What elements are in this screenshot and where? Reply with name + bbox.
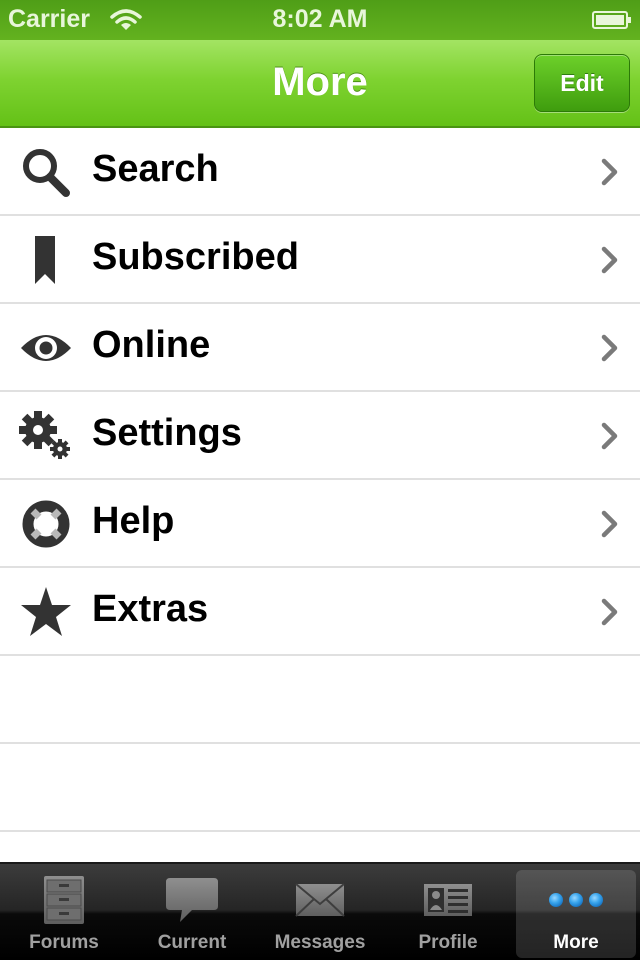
battery-full-icon xyxy=(592,11,631,29)
tab-label: Profile xyxy=(418,932,478,953)
tab-current[interactable]: Current xyxy=(132,870,252,958)
menu-item-label: Search xyxy=(92,148,219,190)
chevron-right-icon xyxy=(601,246,618,274)
eye-icon xyxy=(21,335,71,361)
star-icon xyxy=(21,587,71,636)
tab-label: Current xyxy=(157,932,227,953)
tab-label: Forums xyxy=(29,932,99,953)
tab-messages[interactable]: Messages xyxy=(260,870,380,958)
menu-list: Search Subscribed Online Settings Help E… xyxy=(0,128,640,832)
lifebuoy-icon xyxy=(22,500,70,548)
menu-item-settings[interactable]: Settings xyxy=(0,392,640,480)
menu-item-label: Subscribed xyxy=(92,236,299,278)
menu-item-subscribed[interactable]: Subscribed xyxy=(0,216,640,304)
empty-row xyxy=(0,656,640,744)
menu-item-search[interactable]: Search xyxy=(0,128,640,216)
menu-item-help[interactable]: Help xyxy=(0,480,640,568)
navigation-bar: More Edit xyxy=(0,40,640,128)
search-icon xyxy=(23,149,70,197)
gears-icon xyxy=(19,411,70,459)
menu-item-label: Help xyxy=(92,500,175,542)
menu-item-label: Online xyxy=(92,324,211,366)
more-dots-icon xyxy=(549,893,603,907)
profile-card-icon xyxy=(424,884,472,916)
app-screen: Carrier 8:02 AM More Edit Search Subscri… xyxy=(0,0,640,960)
chevron-right-icon xyxy=(601,158,618,186)
chevron-right-icon xyxy=(601,510,618,538)
menu-item-label: Settings xyxy=(92,412,242,454)
status-bar: Carrier 8:02 AM xyxy=(0,0,640,40)
tab-label: More xyxy=(553,932,599,953)
menu-item-label: Extras xyxy=(92,588,209,630)
edit-button[interactable]: Edit xyxy=(534,54,630,112)
chevron-right-icon xyxy=(601,422,618,450)
envelope-icon xyxy=(295,883,345,917)
tab-bar: Forums Current Messages Profile More xyxy=(0,862,640,960)
menu-item-online[interactable]: Online xyxy=(0,304,640,392)
tab-more[interactable]: More xyxy=(516,870,636,958)
file-cabinet-icon xyxy=(44,876,84,924)
tab-label: Messages xyxy=(274,932,366,953)
chevron-right-icon xyxy=(601,598,618,626)
bookmark-icon xyxy=(35,236,55,284)
chevron-right-icon xyxy=(601,334,618,362)
tab-forums[interactable]: Forums xyxy=(4,870,124,958)
menu-item-extras[interactable]: Extras xyxy=(0,568,640,656)
tab-profile[interactable]: Profile xyxy=(388,870,508,958)
empty-row xyxy=(0,744,640,832)
speech-bubble-icon xyxy=(166,878,218,922)
status-time: 8:02 AM xyxy=(272,5,368,33)
